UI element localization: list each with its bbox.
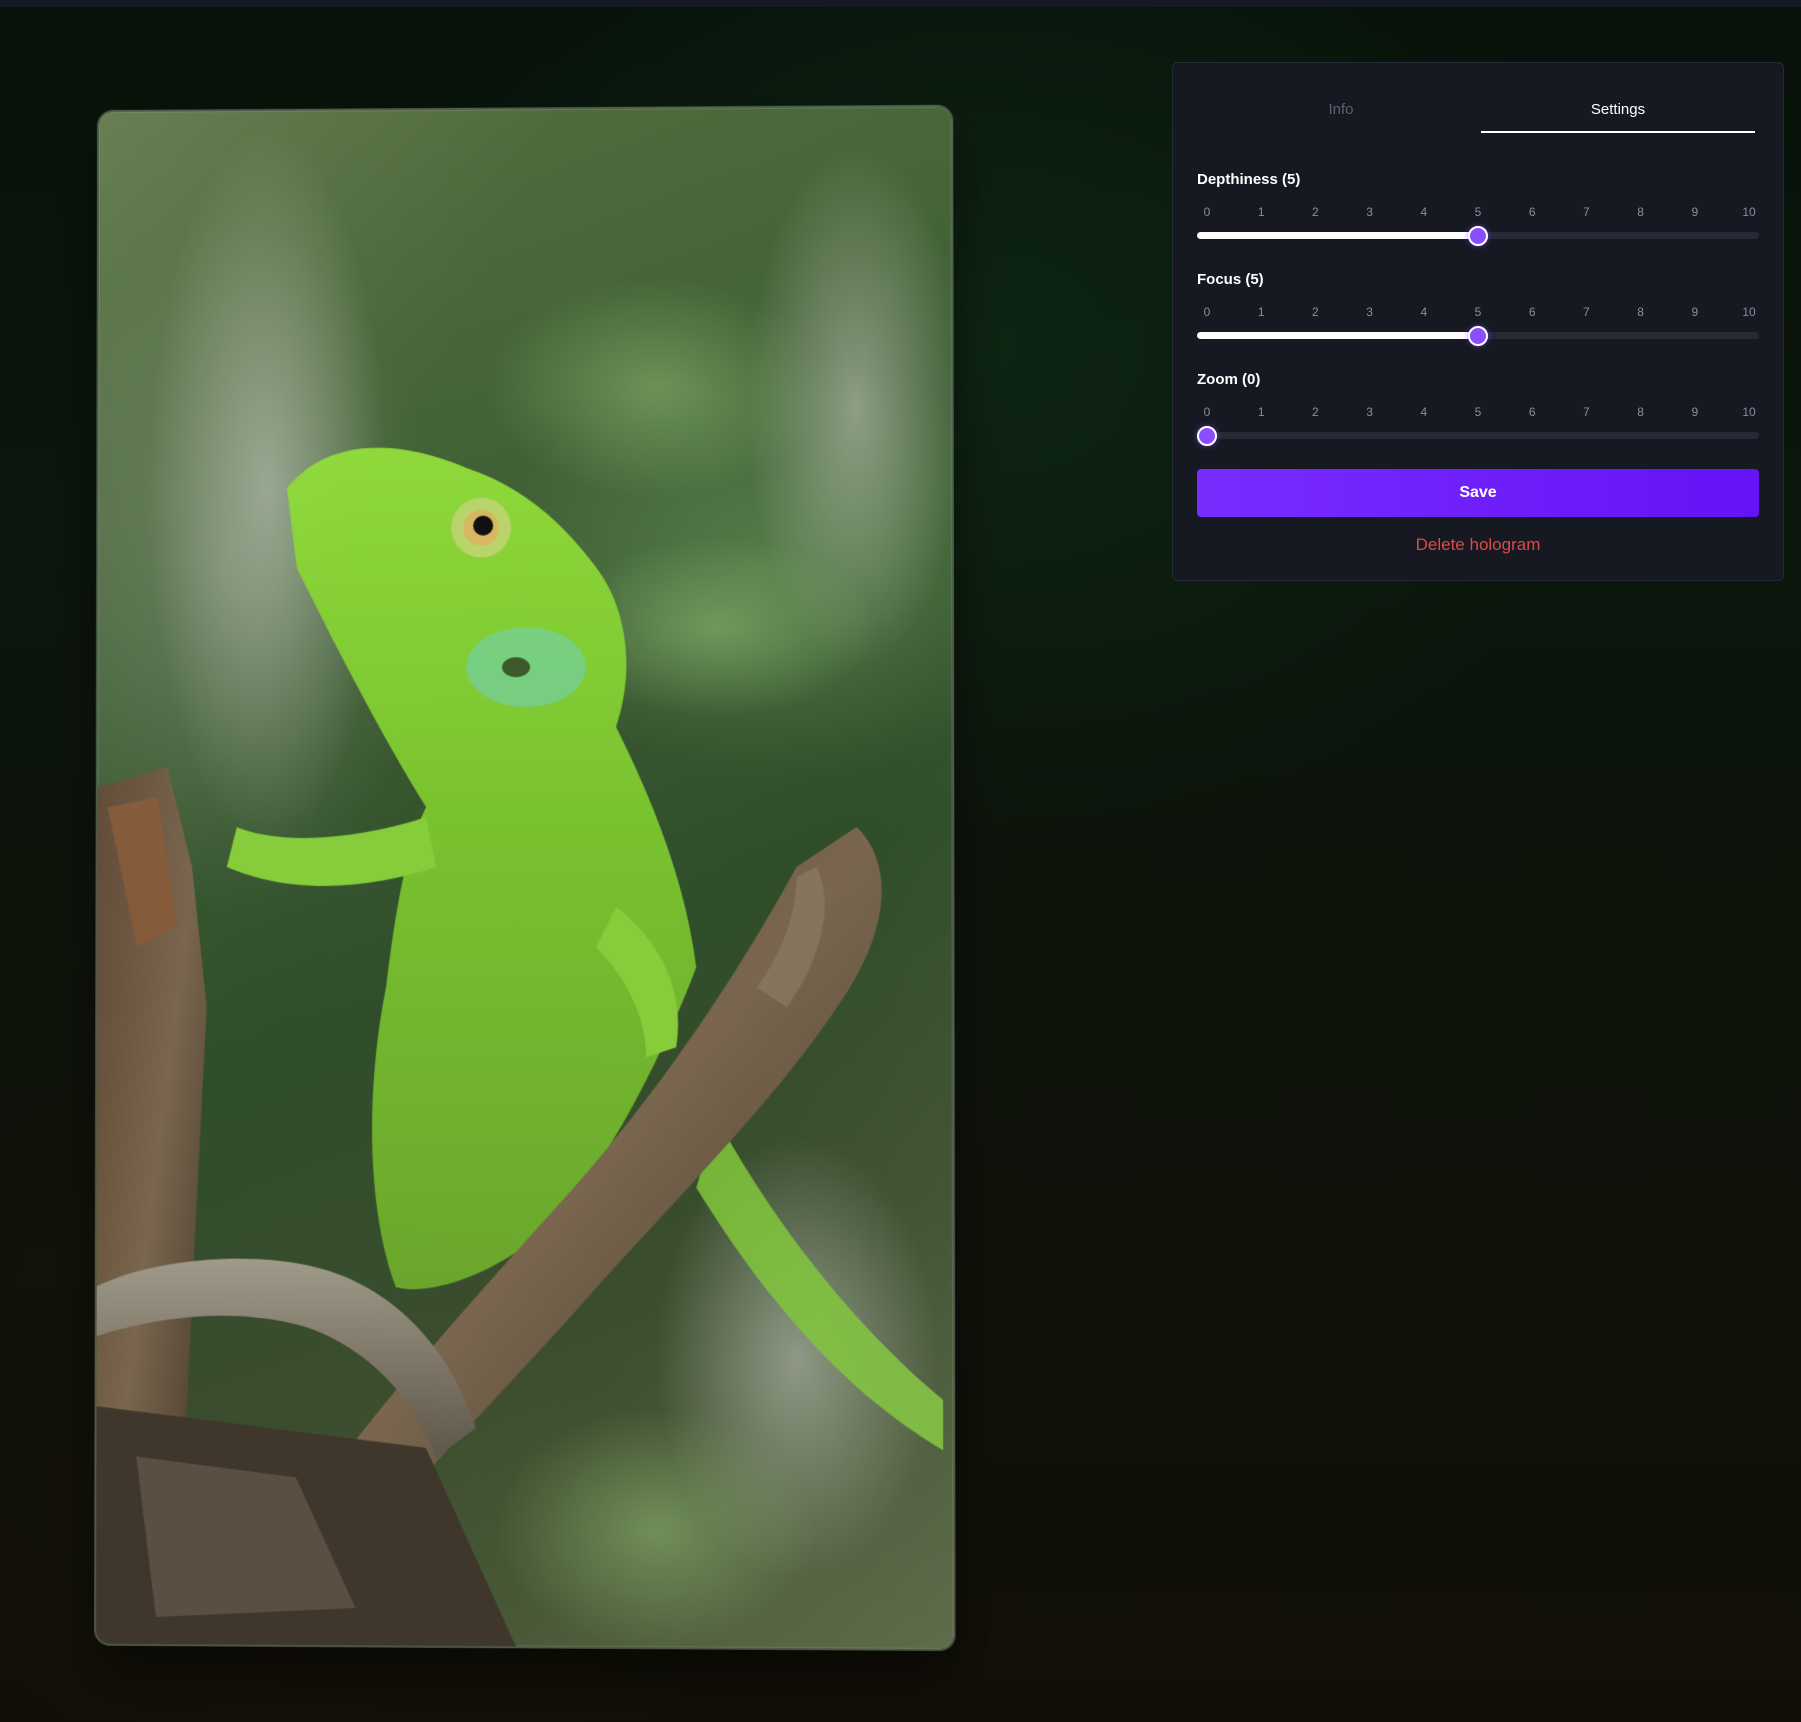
slider-tick-label: 7 [1583, 305, 1590, 319]
depthiness-label: Depthiness (5) [1197, 171, 1301, 188]
slider-tick-label: 2 [1312, 205, 1319, 219]
slider-tick-label: 3 [1366, 305, 1373, 319]
hologram-preview[interactable] [96, 106, 954, 1650]
delete-hologram-link[interactable]: Delete hologram [1197, 535, 1759, 555]
slider-tick-label: 10 [1742, 405, 1756, 419]
depthiness-slider-thumb[interactable] [1468, 225, 1488, 246]
slider-tick-label: 8 [1637, 205, 1644, 219]
slider-tick-label: 7 [1583, 405, 1590, 419]
focus-slider-fill [1197, 332, 1478, 339]
slider-tick-label: 6 [1528, 405, 1536, 419]
lizard-image [96, 130, 954, 1650]
depthiness-slider-fill [1197, 232, 1478, 239]
tab-bar: Info Settings [1173, 63, 1783, 135]
slider-tick-label: 10 [1742, 305, 1756, 319]
slider-tick-label: 3 [1366, 205, 1373, 219]
slider-tick-label: 4 [1420, 305, 1428, 319]
slider-tick-label: 9 [1691, 305, 1699, 319]
slider-tick-label: 9 [1691, 405, 1699, 419]
slider-tick-label: 8 [1637, 305, 1644, 319]
focus-ticks: 0 1 2 3 4 5 6 7 8 9 10 [1197, 305, 1759, 321]
slider-tick-label: 5 [1474, 405, 1482, 419]
slider-tick-label: 9 [1691, 205, 1699, 219]
slider-tick-label: 7 [1583, 205, 1590, 219]
focus-slider[interactable] [1197, 325, 1759, 346]
slider-tick-label: 1 [1257, 405, 1265, 419]
slider-tick-label: 3 [1366, 405, 1373, 419]
focus-slider-thumb[interactable] [1468, 325, 1488, 346]
save-button[interactable]: Save [1197, 469, 1759, 517]
top-strip [0, 0, 1801, 7]
slider-tick-label: 0 [1203, 405, 1211, 419]
slider-tick-label: 5 [1474, 205, 1482, 219]
slider-tick-label: 4 [1420, 205, 1428, 219]
slider-tick-label: 2 [1312, 405, 1319, 419]
slider-tick-label: 1 [1257, 305, 1265, 319]
zoom-ticks: 0 1 2 3 4 5 6 7 8 9 10 [1197, 405, 1759, 421]
focus-label: Focus (5) [1197, 271, 1264, 288]
tab-info[interactable]: Info [1173, 101, 1509, 118]
slider-tick-label: 2 [1312, 305, 1319, 319]
slider-tick-label: 0 [1203, 305, 1211, 319]
slider-tick-label: 4 [1420, 405, 1428, 419]
slider-tick-label: 0 [1203, 205, 1211, 219]
settings-panel: Info Settings Depthiness (5) 0 1 2 3 4 5 6 7 8 9 1… [1172, 62, 1784, 581]
slider-tick-label: 8 [1637, 405, 1644, 419]
slider-tick-label: 6 [1528, 205, 1536, 219]
depthiness-slider[interactable] [1197, 225, 1759, 246]
slider-tick-label: 5 [1474, 305, 1482, 319]
slider-tick-label: 10 [1742, 205, 1756, 219]
tab-settings[interactable]: Settings [1481, 101, 1755, 118]
focus-slider-group: Focus (5) 0 1 2 3 4 5 6 7 8 9 10 [1197, 271, 1759, 351]
active-tab-indicator [1481, 131, 1755, 133]
slider-tick-label: 6 [1528, 305, 1536, 319]
slider-tick-label: 1 [1257, 205, 1265, 219]
depthiness-slider-group: Depthiness (5) 0 1 2 3 4 5 6 7 8 9 10 [1197, 171, 1759, 251]
zoom-slider[interactable] [1197, 425, 1759, 446]
zoom-slider-thumb[interactable] [1197, 425, 1217, 446]
zoom-label: Zoom (0) [1197, 371, 1261, 388]
depthiness-ticks: 0 1 2 3 4 5 6 7 8 9 10 [1197, 205, 1759, 221]
zoom-slider-group: Zoom (0) 0 1 2 3 4 5 6 7 8 9 10 [1197, 371, 1759, 451]
